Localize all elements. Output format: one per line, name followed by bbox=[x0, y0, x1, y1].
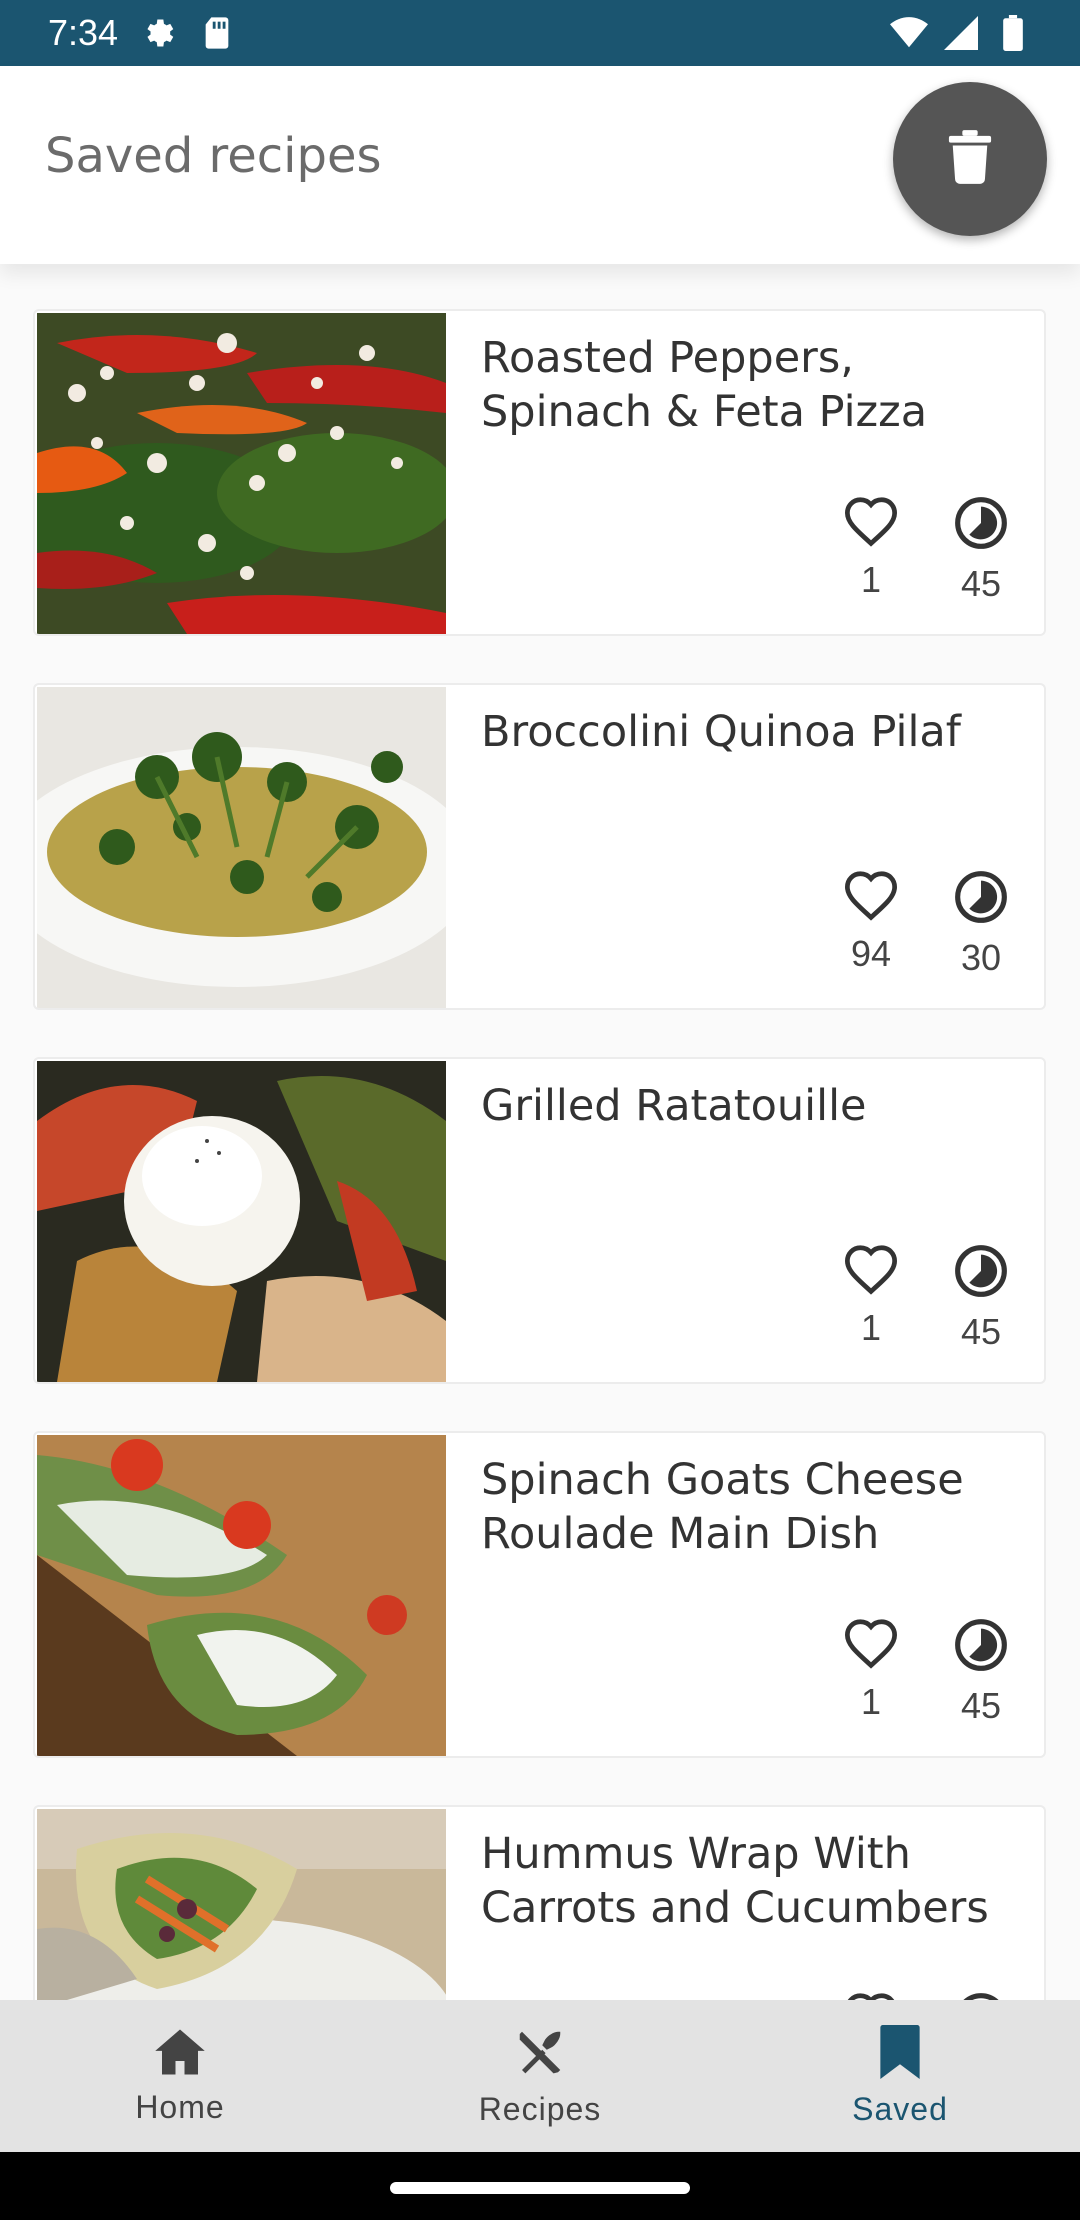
time-stat bbox=[941, 1991, 1021, 2000]
sd-card-icon bbox=[198, 14, 236, 52]
nav-label: Recipes bbox=[478, 2090, 602, 2127]
clock-icon bbox=[941, 495, 1021, 555]
recipe-title: Broccolini Quinoa Pilaf bbox=[481, 707, 961, 757]
recipe-card[interactable]: Spinach Goats Cheese Roulade Main Dish 1… bbox=[33, 1431, 1046, 1758]
likes-count: 1 bbox=[860, 559, 882, 600]
time-stat: 45 bbox=[941, 1617, 1021, 1727]
heart-icon bbox=[831, 1617, 911, 1673]
likes-stat: 1 bbox=[831, 495, 911, 601]
likes-count: 94 bbox=[850, 933, 892, 974]
trash-icon bbox=[947, 130, 993, 188]
clock-icon bbox=[941, 1243, 1021, 1303]
status-bar: 7:34 bbox=[0, 0, 1080, 66]
heart-icon bbox=[831, 1991, 911, 2000]
likes-stat: 1 bbox=[831, 1243, 911, 1349]
clock-icon bbox=[941, 1617, 1021, 1677]
time-value: 45 bbox=[960, 1311, 1002, 1352]
recipe-title: Hummus Wrap With Carrots and Cucumbers bbox=[481, 1829, 989, 1933]
nav-item-saved[interactable]: Saved bbox=[720, 2000, 1080, 2152]
gesture-bar bbox=[0, 2152, 1080, 2220]
nav-label: Home bbox=[135, 2088, 225, 2125]
nav-item-recipes[interactable]: Recipes bbox=[360, 2000, 720, 2152]
heart-icon bbox=[831, 495, 911, 551]
settings-icon bbox=[140, 14, 178, 52]
delete-all-button[interactable] bbox=[893, 82, 1047, 236]
time-value: 45 bbox=[960, 563, 1002, 604]
recipe-title: Grilled Ratatouille bbox=[481, 1081, 867, 1131]
time-stat: 45 bbox=[941, 1243, 1021, 1353]
heart-icon bbox=[831, 869, 911, 925]
likes-stat: 1 bbox=[831, 1617, 911, 1723]
home-icon bbox=[153, 2027, 207, 2081]
time-stat: 30 bbox=[941, 869, 1021, 979]
likes-count: 1 bbox=[860, 1307, 882, 1348]
recipe-title: Roasted Peppers, Spinach & Feta Pizza bbox=[481, 333, 928, 437]
page-title: Saved recipes bbox=[45, 128, 382, 184]
clock-icon bbox=[941, 1991, 1021, 2000]
app-bar: Saved recipes bbox=[0, 66, 1080, 264]
saved-recipe-list[interactable]: Roasted Peppers, Spinach & Feta Pizza 1 … bbox=[0, 264, 1080, 2000]
time-value: 45 bbox=[960, 1685, 1002, 1726]
recipe-image bbox=[37, 687, 446, 1008]
recipe-image bbox=[37, 1809, 446, 2000]
nav-item-home[interactable]: Home bbox=[0, 2000, 360, 2152]
recipe-card[interactable]: Grilled Ratatouille 1 45 bbox=[33, 1057, 1046, 1384]
recipe-card[interactable]: Broccolini Quinoa Pilaf 94 30 bbox=[33, 683, 1046, 1010]
recipe-image bbox=[37, 1435, 446, 1756]
bookmark-icon bbox=[879, 2024, 921, 2083]
recipe-card[interactable]: Hummus Wrap With Carrots and Cucumbers bbox=[33, 1805, 1046, 2000]
home-indicator[interactable] bbox=[390, 2182, 690, 2194]
wifi-icon bbox=[890, 14, 928, 52]
likes-stat: 94 bbox=[831, 869, 911, 975]
battery-icon bbox=[994, 14, 1032, 52]
utensils-icon bbox=[513, 2025, 567, 2083]
bottom-navigation: Home Recipes Saved bbox=[0, 2000, 1080, 2152]
recipe-title: Spinach Goats Cheese Roulade Main Dish bbox=[481, 1455, 964, 1559]
recipe-card[interactable]: Roasted Peppers, Spinach & Feta Pizza 1 … bbox=[33, 309, 1046, 636]
likes-stat bbox=[831, 1991, 911, 2000]
signal-icon bbox=[942, 14, 980, 52]
nav-label: Saved bbox=[852, 2090, 948, 2127]
time-value: 30 bbox=[960, 937, 1002, 978]
likes-count: 1 bbox=[860, 1681, 882, 1722]
recipe-image bbox=[37, 1061, 446, 1382]
clock-icon bbox=[941, 869, 1021, 929]
heart-icon bbox=[831, 1243, 911, 1299]
recipe-image bbox=[37, 313, 446, 634]
time-stat: 45 bbox=[941, 495, 1021, 605]
status-time: 7:34 bbox=[48, 12, 119, 53]
